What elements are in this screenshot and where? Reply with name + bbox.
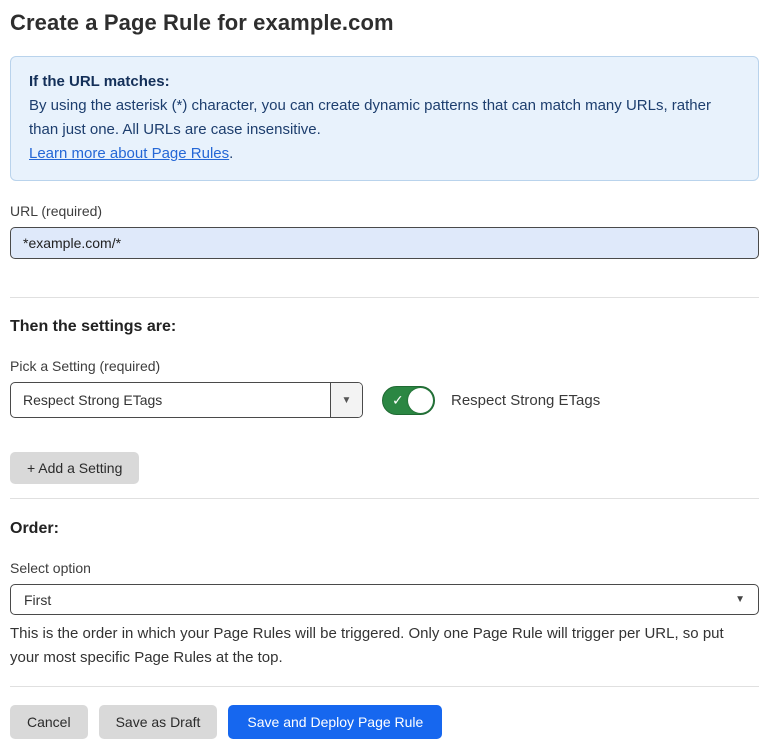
toggle-knob xyxy=(408,388,433,413)
url-label: URL (required) xyxy=(10,203,759,219)
order-select-value: First xyxy=(24,592,51,608)
footer-divider xyxy=(10,686,759,687)
url-match-info-box: If the URL matches: By using the asteris… xyxy=(10,56,759,181)
order-section-heading: Order: xyxy=(10,520,759,538)
info-box-link-line: Learn more about Page Rules. xyxy=(29,142,740,166)
info-box-heading: If the URL matches: xyxy=(29,70,740,94)
setting-select-value: Respect Strong ETags xyxy=(11,383,330,417)
link-period: . xyxy=(229,145,233,162)
section-divider xyxy=(10,498,759,499)
learn-more-link[interactable]: Learn more about Page Rules xyxy=(29,145,229,162)
check-icon: ✓ xyxy=(392,393,404,407)
page-title: Create a Page Rule for example.com xyxy=(10,10,759,36)
setting-select[interactable]: Respect Strong ETags ▼ xyxy=(10,382,363,418)
setting-toggle[interactable]: ✓ xyxy=(382,386,435,415)
chevron-down-icon: ▼ xyxy=(735,594,745,605)
order-select[interactable]: First ▼ xyxy=(10,584,759,615)
setting-toggle-group: ✓ Respect Strong ETags xyxy=(382,386,600,415)
cancel-button[interactable]: Cancel xyxy=(10,705,88,739)
setting-toggle-label: Respect Strong ETags xyxy=(451,392,600,409)
setting-row: Respect Strong ETags ▼ ✓ Respect Strong … xyxy=(10,382,759,418)
url-input[interactable] xyxy=(10,227,759,259)
save-draft-button[interactable]: Save as Draft xyxy=(99,705,218,739)
select-option-label: Select option xyxy=(10,560,759,576)
settings-section-heading: Then the settings are: xyxy=(10,318,759,336)
setting-select-caret-button[interactable]: ▼ xyxy=(330,383,362,417)
order-help-text: This is the order in which your Page Rul… xyxy=(10,622,755,670)
info-box-body: By using the asterisk (*) character, you… xyxy=(29,94,740,142)
chevron-down-icon: ▼ xyxy=(342,395,352,406)
section-divider xyxy=(10,297,759,298)
save-deploy-button[interactable]: Save and Deploy Page Rule xyxy=(228,705,442,739)
add-setting-button[interactable]: + Add a Setting xyxy=(10,452,139,484)
footer-actions: Cancel Save as Draft Save and Deploy Pag… xyxy=(10,705,759,739)
pick-setting-label: Pick a Setting (required) xyxy=(10,358,759,374)
